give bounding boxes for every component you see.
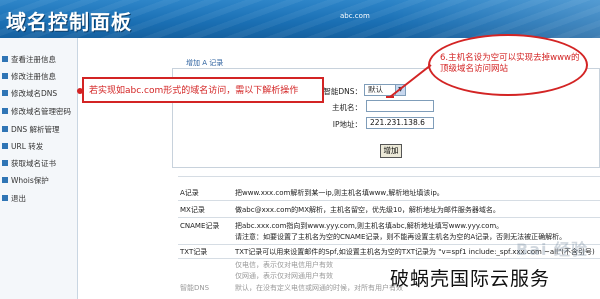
header-bar: 域名控制面板 abc.com [0,0,600,38]
sidebar-item-label: Whois保护 [11,175,49,185]
sidebar-item-label: 查看注册信息 [11,54,56,64]
baidu-watermark: Bai 经验 [516,240,589,259]
square-bullet-icon [2,90,8,96]
square-bullet-icon [2,73,8,79]
sidebar-item-edit-password[interactable]: 修改域名管理密码 [2,104,76,118]
section-title: 增加 A 记录 [186,59,224,67]
annotation-marker-dot [77,88,83,94]
sidebar-item-label: 修改域名DNS [11,88,58,98]
record-desc: 把www.xxx.com解析到某一ip,则主机名填www,解析地址填该ip。 [235,189,444,197]
square-bullet-icon [2,126,8,132]
record-key: MX记录 [180,206,205,214]
square-bullet-icon [2,160,8,166]
sidebar: 查看注册信息 修改注册信息 修改域名DNS 修改域名管理密码 DNS 解析管理 … [0,38,78,299]
annotation-left-note: 若实现如abc.com形式的域名访问，需以下解析操作 [82,77,324,103]
sidebar-item-certificate[interactable]: 获取域名证书 [2,156,76,170]
sidebar-item-label: 修改注册信息 [11,71,56,81]
ip-label: IP地址： [332,120,362,129]
header-gradient [390,0,600,38]
sidebar-item-url-forwarding[interactable]: URL 转发 [2,139,76,153]
divider [178,200,600,201]
annotation-right-note: 6.主机名设为空可以实现去掉www的顶级域名访问网站 [440,53,580,74]
divider [178,176,600,177]
square-bullet-icon [2,108,8,114]
sidebar-item-edit-registration[interactable]: 修改注册信息 [2,69,76,83]
annotation-arrow-line [386,96,394,98]
sidebar-item-whois[interactable]: Whois保护 [2,173,76,187]
ip-input[interactable]: 221.231.138.6 [366,117,434,129]
sidebar-item-edit-dns[interactable]: 修改域名DNS [2,86,76,100]
square-bullet-icon [2,143,8,149]
square-bullet-icon [2,56,8,62]
record-key: CNAME记录 [180,222,220,230]
sidebar-item-label: 获取域名证书 [11,158,56,168]
record-key: A记录 [180,189,199,197]
host-label: 主机名： [332,103,362,112]
sidebar-item-label: URL 转发 [11,141,44,151]
sidebar-item-label: DNS 解析管理 [11,124,60,134]
add-record-button[interactable]: 增加 [380,144,402,158]
sidebar-item-label: 退出 [11,193,26,203]
sidebar-item-logout[interactable]: 退出 [2,191,76,205]
square-bullet-icon [2,177,8,183]
current-domain: abc.com [340,12,370,20]
sidebar-item-label: 修改域名管理密码 [11,106,71,116]
host-input[interactable] [366,100,434,112]
square-bullet-icon [2,195,8,201]
app-logo-title: 域名控制面板 [6,10,132,34]
smart-dns-selected-value: 默认 [368,85,383,94]
sidebar-item-view-registration[interactable]: 查看注册信息 [2,52,76,66]
record-desc: 把abc.xxx.com指向到www.yyy.com,则主机名填abc,解析地址… [235,222,504,230]
sidebar-item-dns-management[interactable]: DNS 解析管理 [2,122,76,136]
record-key: TXT记录 [180,248,208,256]
caption-watermark: 破蜗壳国际云服务 [390,268,551,290]
record-key: 智能DNS [180,284,210,292]
record-desc: 做abc@xxx.com的MX解析，主机名留空，优先级10，解析地址为邮件服务器… [235,206,500,214]
divider [178,217,600,218]
